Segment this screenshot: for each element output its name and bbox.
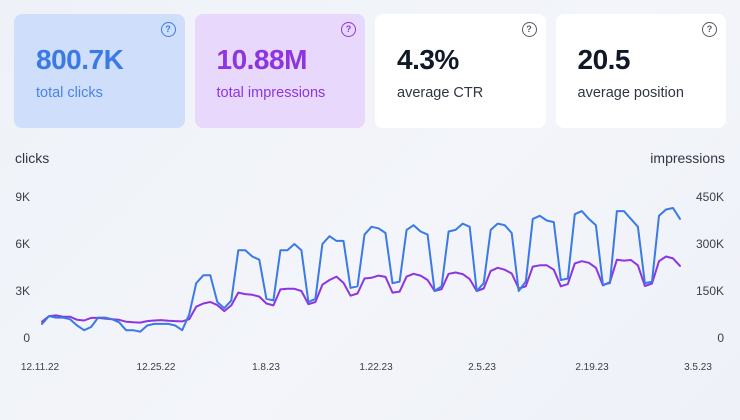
performance-chart[interactable]: 0 3K 6K 9K 0 150K 300K 450K 12.11.22 12.25.22 1.8.… <box>0 0 740 420</box>
x-tick-label: 12.11.22 <box>21 362 60 373</box>
y2-tick-label: 0 <box>717 331 724 345</box>
y-tick-label: 6K <box>15 237 30 251</box>
y-tick-label: 0 <box>23 331 30 345</box>
x-tick-label: 12.25.22 <box>137 362 176 373</box>
clicks-series-line <box>41 207 681 333</box>
x-tick-label: 2.5.23 <box>468 362 496 373</box>
x-tick-label: 2.19.23 <box>575 362 609 373</box>
y-tick-label: 3K <box>15 284 30 298</box>
y2-tick-label: 450K <box>696 190 724 204</box>
y2-tick-label: 300K <box>696 237 724 251</box>
y2-tick-label: 150K <box>696 284 724 298</box>
x-tick-label: 1.8.23 <box>252 362 280 373</box>
x-tick-label: 3.5.23 <box>684 362 712 373</box>
y-tick-label: 9K <box>15 190 30 204</box>
x-tick-label: 1.22.23 <box>359 362 393 373</box>
